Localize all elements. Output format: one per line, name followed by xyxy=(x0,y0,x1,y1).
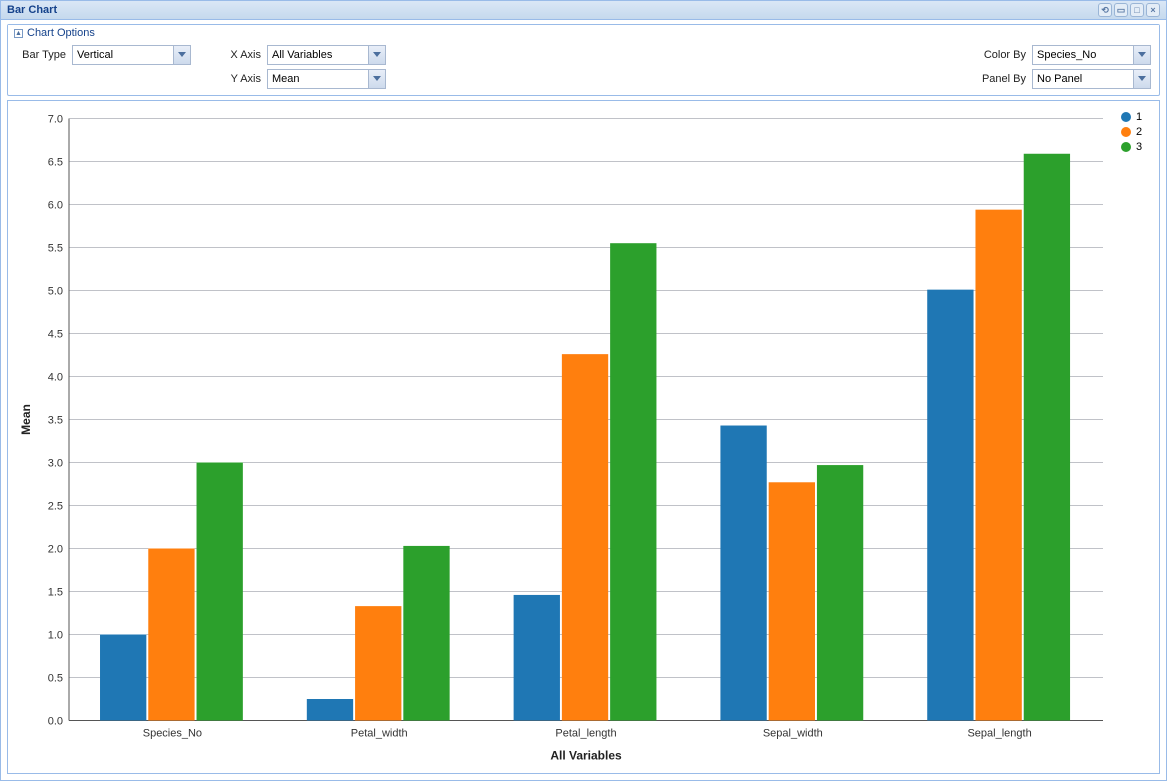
chart-options-panel: ▲ Chart Options Bar Type X xyxy=(7,24,1160,96)
legend-item[interactable]: 1 xyxy=(1121,111,1153,123)
x-axis-label: X Axis xyxy=(221,49,261,61)
svg-text:3.0: 3.0 xyxy=(48,458,63,470)
bar[interactable] xyxy=(100,635,146,721)
bar[interactable] xyxy=(197,463,243,721)
svg-text:3.5: 3.5 xyxy=(48,415,63,427)
svg-text:2.5: 2.5 xyxy=(48,501,63,513)
legend-swatch-icon xyxy=(1121,112,1131,122)
bar-chart-svg: 0.0 0.5 1.0 1.5 2.0 2.5 3.0 3.5 4.0 4.5 5.0 5.5 6.0 6… xyxy=(14,107,1113,767)
plot-area: 0.0 0.5 1.0 1.5 2.0 2.5 3.0 3.5 4.0 4.5 5.0 5.5 6.0 6… xyxy=(14,107,1113,767)
svg-text:Sepal_width: Sepal_width xyxy=(763,728,823,740)
chart-options-body: Bar Type X Axis xyxy=(8,41,1159,95)
minimize-button[interactable]: ▭ xyxy=(1114,3,1128,17)
svg-text:Petal_width: Petal_width xyxy=(351,728,408,740)
chart-options-title: Chart Options xyxy=(27,27,95,39)
bar[interactable] xyxy=(1024,154,1070,721)
legend-item[interactable]: 2 xyxy=(1121,126,1153,138)
bar[interactable] xyxy=(403,546,449,721)
x-axis-input[interactable] xyxy=(268,46,368,64)
window-controls: ⟲ ▭ □ × xyxy=(1098,3,1160,17)
bar-chart-window: Bar Chart ⟲ ▭ □ × ▲ Chart Options Bar Ty… xyxy=(0,0,1167,781)
bar-type-select[interactable] xyxy=(72,45,191,65)
bar[interactable] xyxy=(817,465,863,720)
svg-text:6.5: 6.5 xyxy=(48,157,63,169)
y-axis-input[interactable] xyxy=(268,70,368,88)
panel-by-input[interactable] xyxy=(1033,70,1133,88)
x-axis-select[interactable] xyxy=(267,45,386,65)
svg-text:Petal_length: Petal_length xyxy=(555,728,616,740)
svg-text:7.0: 7.0 xyxy=(48,114,63,126)
svg-text:0.5: 0.5 xyxy=(48,673,63,685)
svg-text:1.0: 1.0 xyxy=(48,630,63,642)
svg-text:6.0: 6.0 xyxy=(48,200,63,212)
bar[interactable] xyxy=(355,606,401,720)
panel-by-label: Panel By xyxy=(971,73,1026,85)
svg-text:All Variables: All Variables xyxy=(550,749,622,763)
bar[interactable] xyxy=(307,699,353,721)
chart-options-toggle[interactable]: ▲ Chart Options xyxy=(8,25,1159,41)
chevron-down-icon[interactable] xyxy=(1133,46,1150,64)
legend-label: 2 xyxy=(1136,126,1142,138)
svg-text:2.0: 2.0 xyxy=(48,544,63,556)
svg-text:0.0: 0.0 xyxy=(48,716,63,728)
color-by-label: Color By xyxy=(971,49,1026,61)
maximize-button[interactable]: □ xyxy=(1130,3,1144,17)
bar-type-label: Bar Type xyxy=(16,49,66,61)
refresh-button[interactable]: ⟲ xyxy=(1098,3,1112,17)
bar[interactable] xyxy=(720,426,766,721)
bar[interactable] xyxy=(927,290,973,721)
legend-label: 1 xyxy=(1136,111,1142,123)
legend: 1 2 3 xyxy=(1113,107,1153,767)
svg-text:Species_No: Species_No xyxy=(143,728,202,740)
legend-swatch-icon xyxy=(1121,142,1131,152)
chevron-down-icon[interactable] xyxy=(173,46,190,64)
bar-type-input[interactable] xyxy=(73,46,173,64)
svg-text:5.0: 5.0 xyxy=(48,286,63,298)
svg-text:4.5: 4.5 xyxy=(48,329,63,341)
bar[interactable] xyxy=(975,210,1021,721)
close-button[interactable]: × xyxy=(1146,3,1160,17)
chevron-down-icon[interactable] xyxy=(1133,70,1150,88)
chevron-down-icon[interactable] xyxy=(368,70,385,88)
legend-item[interactable]: 3 xyxy=(1121,141,1153,153)
svg-text:4.0: 4.0 xyxy=(48,372,63,384)
bar[interactable] xyxy=(148,549,194,721)
window-title: Bar Chart xyxy=(7,4,57,16)
bar[interactable] xyxy=(514,595,560,721)
bar[interactable] xyxy=(610,243,656,720)
legend-label: 3 xyxy=(1136,141,1142,153)
y-axis-select[interactable] xyxy=(267,69,386,89)
color-by-input[interactable] xyxy=(1033,46,1133,64)
svg-text:Mean: Mean xyxy=(19,404,33,435)
svg-text:1.5: 1.5 xyxy=(48,587,63,599)
panel-by-select[interactable] xyxy=(1032,69,1151,89)
legend-swatch-icon xyxy=(1121,127,1131,137)
color-by-select[interactable] xyxy=(1032,45,1151,65)
chart-container: 0.0 0.5 1.0 1.5 2.0 2.5 3.0 3.5 4.0 4.5 5.0 5.5 6.0 6… xyxy=(7,100,1160,774)
bar[interactable] xyxy=(769,482,815,720)
y-axis-label: Y Axis xyxy=(221,73,261,85)
collapse-icon: ▲ xyxy=(14,29,23,38)
chevron-down-icon[interactable] xyxy=(368,46,385,64)
svg-text:5.5: 5.5 xyxy=(48,243,63,255)
window-titlebar: Bar Chart ⟲ ▭ □ × xyxy=(1,1,1166,20)
svg-text:Sepal_length: Sepal_length xyxy=(967,728,1031,740)
bar[interactable] xyxy=(562,354,608,720)
